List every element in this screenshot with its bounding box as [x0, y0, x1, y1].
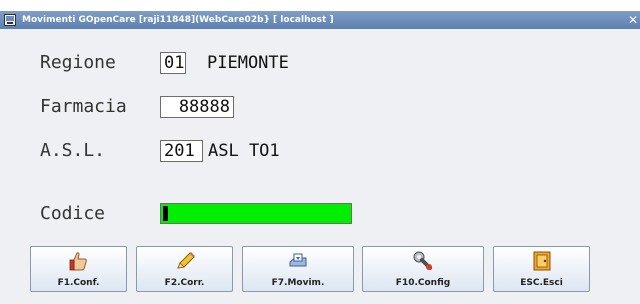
codice-input[interactable] [160, 203, 352, 224]
asl-description: ASL TO1 [208, 141, 280, 161]
wrench-icon [413, 251, 432, 270]
exit-door-icon [533, 251, 550, 271]
exit-button[interactable]: ESC.Esci [493, 246, 590, 292]
regione-code-input[interactable]: 01 [160, 52, 186, 74]
config-button[interactable]: F10.Config [362, 246, 484, 292]
movements-button-label: F7.Movim. [271, 278, 325, 288]
confirm-button-label: F1.Conf. [57, 278, 100, 288]
exit-button-label: ESC.Esci [520, 278, 563, 288]
title-bar: Movimenti GOpenCare [raji11848](WebCare0… [0, 11, 640, 29]
window-title: Movimenti GOpenCare [raji11848](WebCare0… [22, 15, 334, 25]
tray-icon [289, 253, 307, 267]
thumbs-up-icon [69, 252, 87, 271]
correct-button[interactable]: F2.Corr. [136, 246, 233, 292]
correct-button-label: F2.Corr. [164, 278, 205, 288]
codice-label: Codice [40, 203, 106, 224]
farmacia-label: Farmacia [40, 96, 127, 117]
config-button-label: F10.Config [395, 278, 451, 288]
regione-description: PIEMONTE [207, 53, 289, 73]
asl-code-input[interactable]: 201 [160, 140, 203, 162]
farmacia-code-input[interactable]: 88888 [160, 96, 234, 118]
confirm-button[interactable]: F1.Conf. [30, 246, 127, 292]
pencil-icon [176, 252, 195, 269]
asl-label: A.S.L. [40, 140, 106, 161]
app-icon [4, 14, 16, 26]
text-caret [163, 206, 168, 221]
movements-button[interactable]: F7.Movim. [242, 246, 354, 292]
regione-label: Regione [40, 52, 116, 73]
close-icon[interactable]: ✕ [628, 11, 638, 29]
